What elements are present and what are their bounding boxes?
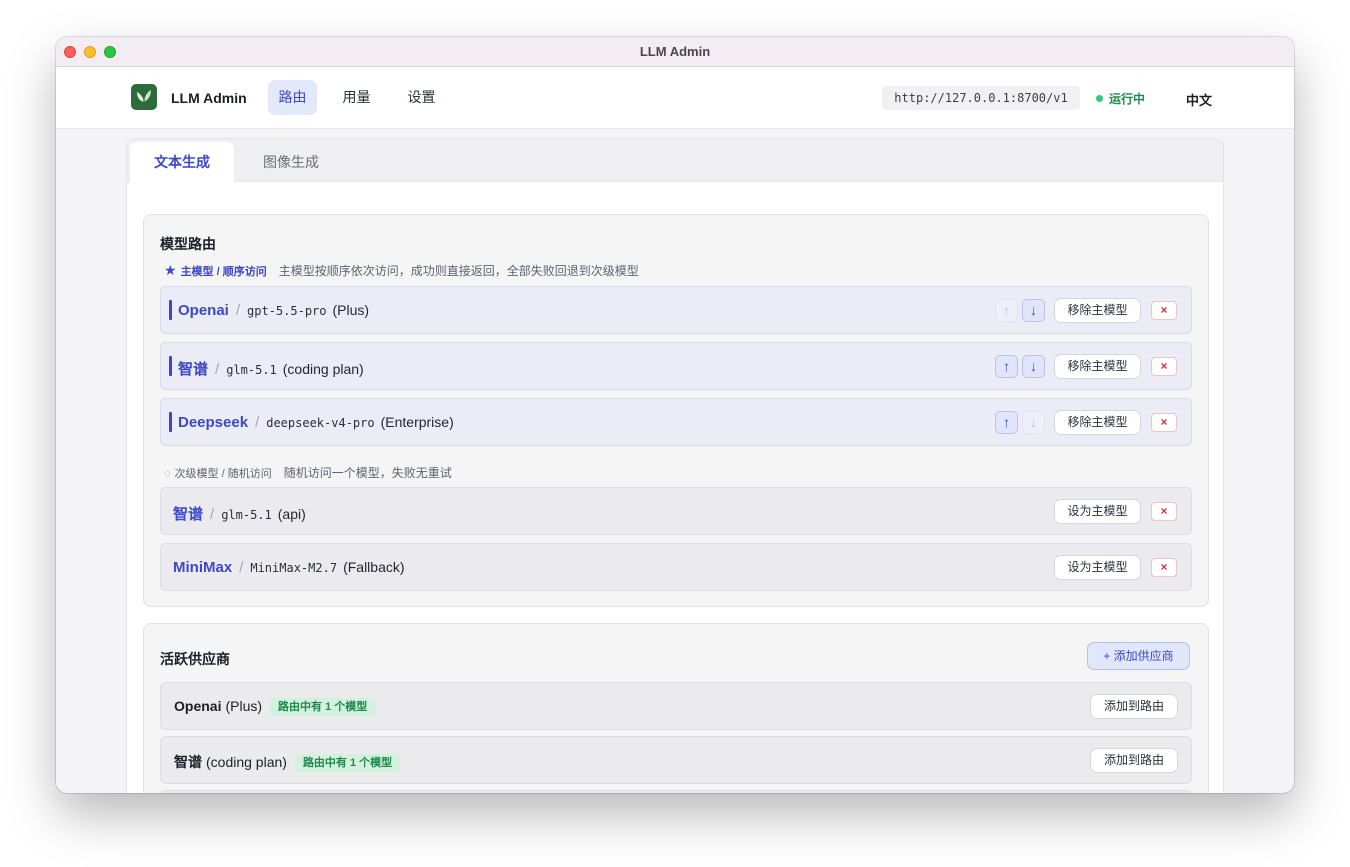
separator: / [239,559,244,576]
active-providers-title: 活跃供应商 [160,651,230,667]
provider-row: Openai (Plus) 路由中有 1 个模型 添加到路由 [160,682,1192,730]
model-id: deepseek-v4-pro [266,416,375,430]
primary-model-row: Openai / gpt-5.5-pro (Plus) ↑ ↓ 移除主模型 × [160,286,1192,334]
provider-name: 智谱 [174,754,202,770]
provider-row: 智谱 (coding plan) 路由中有 1 个模型 添加到路由 [160,736,1192,784]
primary-hint-tag: 主模型 / 顺序访问 [180,266,267,278]
provider-name: Openai [174,698,222,714]
provider-row [160,790,1192,793]
star-icon: ★ [164,262,177,278]
provider-note: (coding plan) [206,754,287,770]
separator: / [255,414,260,431]
model-label: Deepseek / deepseek-v4-pro (Enterprise) [178,414,454,431]
delete-route-button[interactable]: × [1151,558,1177,577]
arrow-down-icon[interactable]: ↓ [1022,299,1045,322]
separator: / [215,361,220,378]
main-panel: 文本生成 图像生成 模型路由 ★ 主模型 / 顺序访问 主模型按顺序依次访问，成功则… [126,138,1224,793]
model-note: (api) [277,506,306,522]
secondary-model-row: MiniMax / MiniMax-M2.7 (Fallback) 设为主模型 × [160,543,1192,591]
primary-hint: ★ 主模型 / 顺序访问 主模型按顺序依次访问，成功则直接返回，全部失败回退到次级模… [164,262,639,279]
arrow-up-icon[interactable]: ↑ [995,299,1018,322]
primary-indicator [169,300,172,320]
delete-route-button[interactable]: × [1151,301,1177,320]
add-to-route-button[interactable]: 添加到路由 [1090,694,1178,719]
endpoint-url: http://127.0.0.1:8700/v1 [882,86,1080,110]
secondary-hint-desc: 随机访问一个模型，失败无重试 [283,466,452,480]
remove-primary-button[interactable]: 移除主模型 [1054,354,1141,379]
add-to-route-button[interactable]: 添加到路由 [1090,748,1178,773]
primary-model-row: 智谱 / glm-5.1 (coding plan) ↑ ↓ 移除主模型 × [160,342,1192,390]
model-note: (Enterprise) [380,414,454,430]
secondary-hint: ◌ 次级模型 / 随机访问 随机访问一个模型，失败无重试 [164,464,452,481]
provider-name: 智谱 [178,361,209,378]
language-switch[interactable]: 中文 [1186,90,1212,109]
model-note: (coding plan) [282,361,364,377]
set-primary-button[interactable]: 设为主模型 [1054,499,1141,524]
add-provider-button[interactable]: + 添加供应商 [1087,642,1190,670]
secondary-model-row: 智谱 / glm-5.1 (api) 设为主模型 × [160,487,1192,535]
provider-name: MiniMax [173,559,233,576]
leaf-icon [131,84,157,110]
remove-primary-button[interactable]: 移除主模型 [1054,410,1141,435]
model-id: MiniMax-M2.7 [250,561,338,575]
primary-indicator [169,356,172,376]
model-label: 智谱 / glm-5.1 (coding plan) [178,358,364,379]
provider-name: Deepseek [178,414,249,431]
provider-name: 智谱 [173,506,204,523]
arrow-down-icon[interactable]: ↓ [1022,355,1045,378]
delete-route-button[interactable]: × [1151,413,1177,432]
model-label: 智谱 / glm-5.1 (api) [173,503,306,524]
model-routing-title: 模型路由 [160,236,216,252]
delete-route-button[interactable]: × [1151,357,1177,376]
model-id: glm-5.1 [221,508,272,522]
set-primary-button[interactable]: 设为主模型 [1054,555,1141,580]
app-window: LLM Admin LLM Admin 路由 用量 设置 http://127.… [56,37,1294,793]
nav-usage[interactable]: 用量 [332,80,381,115]
status-badge: 运行中 [1109,92,1146,106]
primary-model-row: Deepseek / deepseek-v4-pro (Enterprise) ↑ ↓… [160,398,1192,446]
tab-image-generation[interactable]: 图像生成 [239,142,343,183]
circle-icon: ◌ [164,468,171,480]
tab-text-generation[interactable]: 文本生成 [130,142,234,183]
title-bar: LLM Admin [56,37,1294,67]
arrow-up-icon[interactable]: ↑ [995,355,1018,378]
active-providers-card: 活跃供应商 + 添加供应商 Openai (Plus) 路由中有 1 个模型 添加到… [143,623,1209,793]
tab-bar: 文本生成 图像生成 [127,139,1223,183]
status-dot [1096,95,1103,102]
window-title: LLM Admin [639,44,711,59]
separator: / [235,302,241,319]
model-label: Openai / gpt-5.5-pro (Plus) [178,302,369,319]
app-header: LLM Admin 路由 用量 设置 http://127.0.0.1:8700… [56,67,1294,129]
provider-label: Openai (Plus) 路由中有 1 个模型 [174,698,376,716]
route-count-badge: 路由中有 1 个模型 [270,698,376,716]
primary-indicator [169,412,172,432]
secondary-hint-tag: 次级模型 / 随机访问 [174,468,272,480]
primary-hint-desc: 主模型按顺序依次访问，成功则直接返回，全部失败回退到次级模型 [278,264,639,278]
model-label: MiniMax / MiniMax-M2.7 (Fallback) [173,559,405,576]
model-routing-card: 模型路由 ★ 主模型 / 顺序访问 主模型按顺序依次访问，成功则直接返回，全部失败回… [143,214,1209,607]
route-count-badge: 路由中有 1 个模型 [294,754,401,772]
separator: / [210,506,215,523]
remove-primary-button[interactable]: 移除主模型 [1054,298,1141,323]
nav-settings[interactable]: 设置 [397,80,446,115]
arrow-up-icon[interactable]: ↑ [995,411,1018,434]
brand-name: LLM Admin [171,90,247,106]
provider-label: 智谱 (coding plan) 路由中有 1 个模型 [174,752,401,772]
nav-routing[interactable]: 路由 [268,80,317,115]
model-id: glm-5.1 [226,363,277,377]
model-id: gpt-5.5-pro [247,304,327,318]
model-note: (Fallback) [343,559,405,575]
delete-route-button[interactable]: × [1151,502,1177,521]
provider-note: (Plus) [225,698,263,714]
provider-name: Openai [178,302,229,319]
model-note: (Plus) [332,302,370,318]
arrow-down-icon[interactable]: ↓ [1022,411,1045,434]
